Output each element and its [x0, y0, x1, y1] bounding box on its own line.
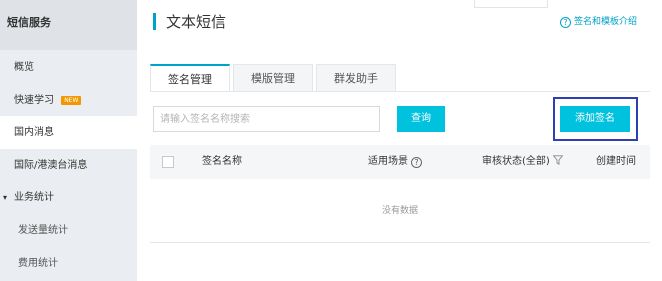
table-header: 签名名称 适用场景? 审核状态(全部) 创建时间 [150, 145, 650, 179]
sidebar-item-label: 快速学习 [14, 95, 54, 106]
help-link-label: 签名和模板介绍 [574, 17, 638, 27]
column-header-signature-name: 签名名称 [202, 156, 242, 167]
sidebar-header: 短信服务 [0, 0, 137, 50]
column-header-created-time: 创建时间 [596, 156, 636, 167]
sidebar-item-label: 发送量统计 [18, 225, 68, 236]
query-button[interactable]: 查询 [397, 106, 445, 132]
new-badge: NEW [61, 96, 82, 105]
sidebar-item-cost-stats[interactable]: 费用统计 [0, 247, 137, 280]
tab-divider [150, 91, 650, 92]
page-title: 文本短信 [166, 13, 227, 31]
question-circle-icon[interactable]: ? [411, 157, 422, 168]
caret-down-icon: ▾ [3, 193, 8, 202]
search-input[interactable] [153, 106, 380, 132]
sidebar-item-label: 费用统计 [18, 258, 58, 269]
sidebar-item-business-stats[interactable]: ▾ 业务统计 [0, 181, 137, 214]
sidebar-item-international[interactable]: 国际/港澳台消息 [0, 149, 137, 182]
sidebar: 短信服务 概览 快速学习 NEW 国内消息 国际/港澳台消息 ▾ 业务统计 发送… [0, 0, 137, 281]
select-all-checkbox[interactable] [162, 156, 174, 168]
column-header-label: 适用场景 [368, 156, 408, 167]
title-accent-bar [153, 13, 156, 30]
help-link[interactable]: ? 签名和模板介绍 [560, 14, 637, 28]
empty-state: 没有数据 [150, 180, 650, 243]
sidebar-item-label: 国际/港澳台消息 [14, 160, 88, 171]
filter-icon[interactable] [552, 155, 563, 165]
sidebar-item-label: 国内消息 [14, 127, 54, 138]
tab-template-management[interactable]: 模版管理 [233, 64, 313, 92]
column-header-label: 审核状态(全部) [482, 156, 550, 167]
tab-signature-management[interactable]: 签名管理 [150, 64, 230, 92]
column-header-review-status[interactable]: 审核状态(全部) [482, 145, 563, 179]
sidebar-item-send-stats[interactable]: 发送量统计 [0, 214, 137, 247]
sidebar-item-domestic[interactable]: 国内消息 [0, 116, 137, 149]
add-signature-button[interactable]: 添加签名 [560, 106, 630, 132]
tab-bulk-assistant[interactable]: 群发助手 [316, 64, 396, 92]
column-header-scenario: 适用场景? [368, 145, 422, 179]
question-circle-icon: ? [560, 17, 571, 28]
sidebar-item-label: 业务统计 [14, 192, 54, 203]
page: 短信服务 概览 快速学习 NEW 国内消息 国际/港澳台消息 ▾ 业务统计 发送… [0, 0, 662, 281]
sidebar-item-quick-learn[interactable]: 快速学习 NEW [0, 84, 137, 117]
top-popover-edge [474, 0, 548, 8]
sidebar-item-overview[interactable]: 概览 [0, 51, 137, 84]
sidebar-item-label: 概览 [14, 62, 34, 73]
